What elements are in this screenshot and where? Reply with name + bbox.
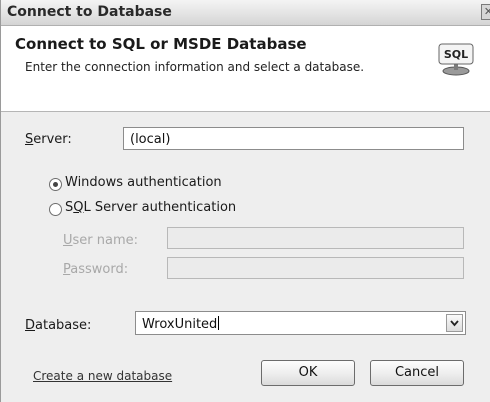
database-combobox[interactable]: WroxUnited	[135, 311, 466, 335]
database-label: Database:	[25, 318, 92, 333]
title-bar[interactable]: Connect to Database ✕	[1, 0, 490, 26]
username-input[interactable]	[167, 227, 464, 249]
sql-auth-label[interactable]: SQL Server authentication	[65, 200, 236, 215]
server-input[interactable]: (local)	[123, 127, 464, 150]
sql-auth-radio[interactable]	[49, 203, 62, 216]
connect-to-database-dialog: Connect to Database ✕ Connect to SQL or …	[0, 0, 490, 402]
sql-icon-text: SQL	[444, 48, 468, 61]
text-caret	[218, 316, 220, 330]
windows-auth-label[interactable]: Windows authentication	[65, 175, 222, 190]
cancel-button[interactable]: Cancel	[370, 360, 464, 386]
chevron-down-icon	[450, 320, 459, 327]
dialog-header: Connect to SQL or MSDE Database Enter th…	[1, 26, 490, 112]
sql-server-icon: SQL	[438, 43, 474, 76]
close-icon[interactable]: ✕	[481, 4, 490, 20]
create-new-database-link[interactable]: Create a new database	[33, 369, 172, 383]
username-label: User name:	[63, 233, 139, 248]
password-label: Password:	[63, 262, 129, 277]
windows-auth-radio[interactable]	[49, 178, 62, 191]
header-title: Connect to SQL or MSDE Database	[15, 35, 307, 53]
ok-button[interactable]: OK	[261, 360, 355, 386]
server-label: Server:	[25, 132, 72, 147]
radio-selected-dot	[53, 182, 58, 187]
database-value: WroxUnited	[142, 317, 218, 332]
header-subtitle: Enter the connection information and sel…	[25, 60, 365, 74]
window-title: Connect to Database	[7, 4, 172, 20]
dropdown-button[interactable]	[446, 314, 463, 332]
password-input[interactable]	[167, 257, 464, 279]
